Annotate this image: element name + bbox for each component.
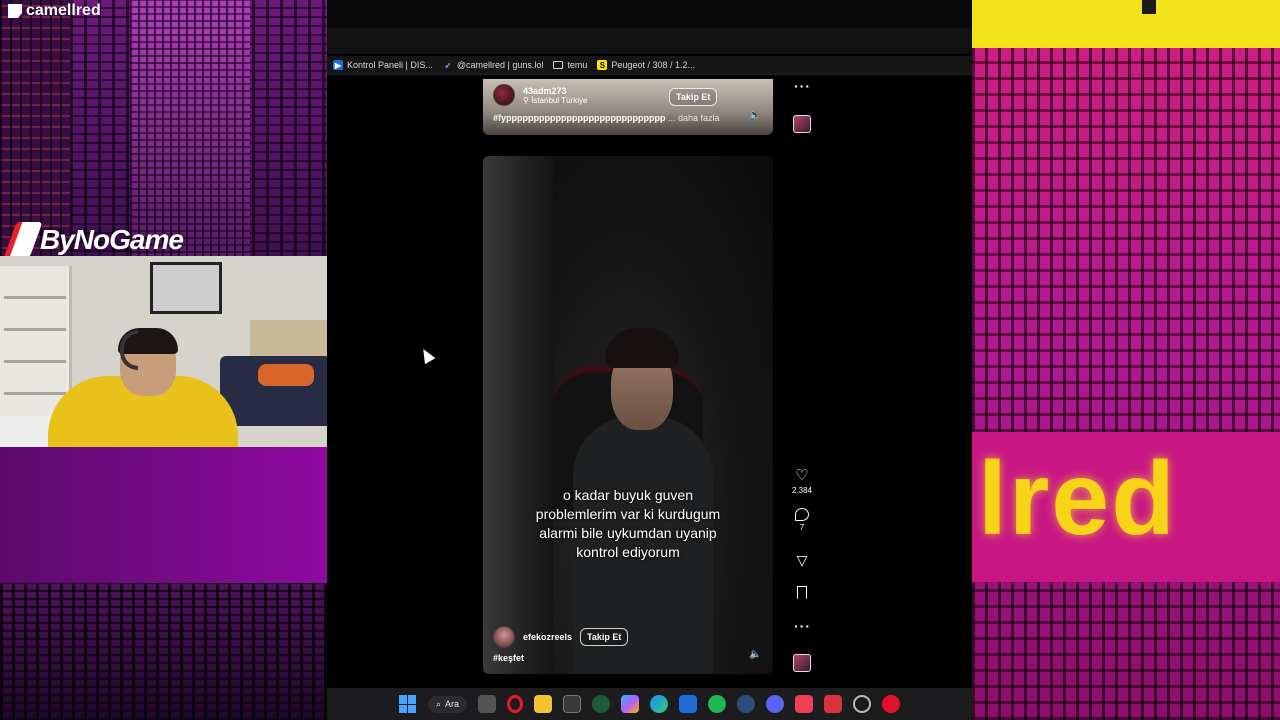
reel-author[interactable]: efekozreels Takip Et [493, 626, 629, 648]
twitch-icon [8, 4, 22, 18]
channel-name: camellred [8, 2, 101, 20]
location-pin-icon: ⚲ [523, 95, 532, 105]
more-options-icon[interactable]: ··· [794, 618, 811, 634]
copilot-icon[interactable] [621, 695, 640, 713]
bookmark-label: Peugeot / 308 / 1.2... [611, 60, 695, 70]
steam-icon[interactable] [737, 695, 756, 713]
like-button[interactable]: ♡ 2.384 [787, 466, 817, 495]
reel-location-text: İstanbul Türkiye [531, 95, 588, 105]
channel-name-text: camellred [26, 2, 101, 19]
record-icon[interactable] [882, 695, 901, 713]
windows-start-icon[interactable] [398, 695, 417, 713]
save-button[interactable] [787, 586, 817, 599]
opera-icon[interactable] [507, 695, 524, 713]
reel-caption-text: #fyppppppppppppppppppppppppppppp [493, 113, 666, 123]
reel-author[interactable]: 43adm273 ⚲ İstanbul Türkiye [493, 84, 587, 106]
store-icon[interactable] [563, 695, 582, 713]
reel-caption[interactable]: #keşfet [493, 653, 524, 663]
stream-overlay-right: lred [972, 0, 1280, 720]
bookmark-folder-temu[interactable]: temu [553, 60, 587, 70]
spotify-icon[interactable] [708, 695, 727, 713]
comment-count: 7 [799, 523, 805, 532]
taskbar: ⌕ Ara [327, 688, 972, 720]
bookmark-label: @camellred | guns.lol [456, 60, 544, 70]
audio-thumbnail[interactable] [793, 115, 811, 133]
bookmark-label: temu [567, 60, 588, 70]
reel-card-current[interactable]: o kadar buyuk guven problemlerim var ki … [483, 156, 773, 674]
avatar[interactable] [493, 84, 515, 106]
taskbar-search[interactable]: ⌕ Ara [427, 695, 468, 713]
reels-feed[interactable]: 43adm273 ⚲ İstanbul Türkiye Takip Et #fy… [327, 76, 972, 688]
discord-icon[interactable] [766, 695, 785, 713]
reel-location[interactable]: ⚲ İstanbul Türkiye [523, 96, 587, 105]
curtain [483, 156, 553, 674]
comment-icon [795, 508, 809, 521]
pocket-icon[interactable] [795, 695, 814, 713]
explorer-icon[interactable] [534, 695, 553, 713]
search-icon: ⌕ [435, 698, 442, 709]
reel-caption: #fyppppppppppppppppppppppppppppp ... dah… [493, 113, 720, 123]
building-yellow-top [972, 0, 1280, 48]
more-options-icon[interactable]: ··· [794, 78, 811, 94]
bookmarks-bar: ▶ Kontrol Paneli | DIS... ➶ @camellred |… [327, 56, 972, 75]
follow-button[interactable]: Takip Et [580, 628, 629, 646]
reel-card-previous[interactable]: 43adm273 ⚲ İstanbul Türkiye Takip Et #fy… [483, 79, 773, 135]
edge-icon[interactable] [650, 695, 669, 713]
send-icon: ▽ [796, 552, 808, 568]
sound-icon[interactable]: 🔈 [749, 650, 761, 660]
guns-lol-icon: ➶ [444, 60, 452, 70]
vivaldi-icon[interactable] [824, 695, 843, 713]
building-background [0, 0, 70, 260]
wall-picture [150, 262, 222, 314]
bynogame-logo-icon [3, 222, 43, 258]
browser-window: ▶ Kontrol Paneli | DIS... ➶ @camellred |… [327, 0, 972, 688]
sahibinden-icon: S [597, 60, 608, 70]
pillow [258, 364, 314, 386]
xbox-icon[interactable] [592, 695, 611, 713]
reel-username[interactable]: 43adm273 [523, 86, 587, 96]
skyline-detail [1142, 0, 1156, 14]
city-background [0, 583, 327, 720]
bookmark-label: Kontrol Paneli | DIS... [347, 60, 433, 70]
dashboard-icon: ▶ [333, 60, 343, 70]
webcam-feed [0, 256, 340, 447]
brand-sign: lred [978, 441, 1177, 557]
bookmark-guns-lol[interactable]: ➶ @camellred | guns.lol [443, 60, 544, 70]
more-link[interactable]: ... daha fazla [668, 113, 720, 123]
overlay-color-band [0, 447, 327, 583]
like-count: 2.384 [791, 486, 813, 495]
sponsor-logo-text: ByNoGame [40, 224, 184, 255]
follow-button[interactable]: Takip Et [669, 88, 718, 106]
share-button[interactable]: ▽ [787, 552, 817, 569]
sound-icon[interactable]: 🔈 [749, 111, 761, 121]
sponsor-logo: ByNoGame [3, 222, 184, 258]
settings-icon[interactable] [853, 695, 872, 713]
audio-thumbnail[interactable] [793, 654, 811, 672]
heart-icon: ♡ [795, 467, 809, 484]
bookmark-peugeot[interactable]: S Peugeot / 308 / 1.2... [597, 60, 695, 70]
folder-icon [553, 61, 564, 69]
taskbar-search-label: Ara [445, 699, 460, 709]
comment-button[interactable]: 7 [787, 508, 817, 532]
building-background [130, 0, 250, 260]
reel-username[interactable]: efekozreels [523, 632, 572, 642]
file-icon[interactable] [478, 695, 497, 713]
person-hair [605, 328, 679, 368]
bookmark-icon [797, 586, 807, 599]
title-bar [327, 0, 972, 28]
reel-subtitle: o kadar buyuk guven problemlerim var ki … [535, 487, 721, 560]
address-bar[interactable] [327, 28, 972, 54]
bookmark-dashboard[interactable]: ▶ Kontrol Paneli | DIS... [333, 60, 433, 70]
mail-icon[interactable] [679, 695, 698, 713]
avatar[interactable] [493, 626, 515, 648]
